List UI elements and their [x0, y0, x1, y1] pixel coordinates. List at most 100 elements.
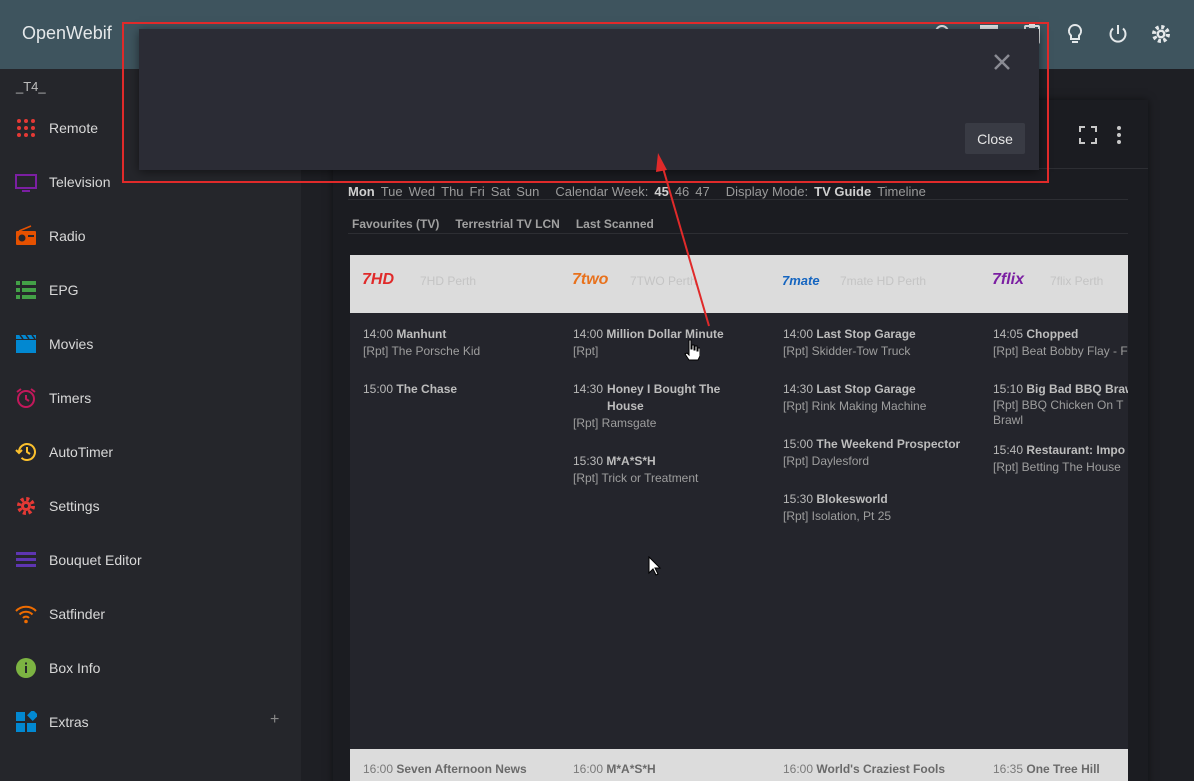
day-tue[interactable]: Tue [381, 184, 403, 199]
program-item[interactable]: 16:00 M*A*S*H [573, 762, 656, 776]
mode-tv-guide[interactable]: TV Guide [814, 184, 871, 199]
channel-7mate[interactable]: 7mate 7mate HD Perth [770, 255, 980, 313]
sidebar-item-satfinder[interactable]: Satfinder [0, 588, 301, 642]
sidebar-item-autotimer[interactable]: AutoTimer [0, 426, 301, 480]
sidebar-item-label: Satfinder [49, 606, 106, 622]
sidebar-item-label: AutoTimer [49, 444, 114, 460]
box-name: _T4_ [16, 79, 46, 94]
day-mon[interactable]: Mon [348, 184, 375, 199]
program-title: Honey I Bought The House [607, 382, 721, 413]
fullscreen-icon[interactable] [1078, 125, 1098, 145]
program-time: 16:35 [993, 762, 1024, 776]
program-item[interactable]: 14:00 Manhunt [Rpt] The Porsche Kid [363, 326, 563, 360]
sidebar-item-timers[interactable]: Timers [0, 372, 301, 426]
mode-timeline[interactable]: Timeline [877, 184, 926, 199]
sidebar-item-bouquet-editor[interactable]: Bouquet Editor [0, 534, 301, 588]
program-title: Big Bad BBQ Braw [1026, 382, 1128, 396]
channel-7flix[interactable]: 7flix 7flix Perth [980, 255, 1128, 313]
highlight-box [122, 22, 1049, 183]
channel-7two[interactable]: 7two 7TWO Perth [560, 255, 770, 313]
day-sat[interactable]: Sat [491, 184, 511, 199]
program-time: 15:40 [993, 443, 1024, 457]
alarm-icon [15, 387, 37, 409]
sidebar-item-radio[interactable]: Radio [0, 210, 301, 264]
program-time: 14:00 [363, 327, 394, 341]
expand-icon[interactable]: + [270, 711, 279, 729]
channel-7hd[interactable]: 7HD 7HD Perth [350, 255, 560, 313]
tab-last-scanned[interactable]: Last Scanned [576, 217, 654, 231]
sidebar-item-extras[interactable]: Extras + [0, 696, 301, 750]
hand-cursor-icon [684, 339, 700, 361]
program-item[interactable]: 16:35 One Tree Hill [993, 762, 1100, 776]
program-column: 14:00 Last Stop Garage [Rpt] Skidder-Tow… [783, 326, 983, 546]
gear-icon[interactable] [1149, 22, 1173, 46]
channel-name: 7HD Perth [420, 274, 477, 288]
program-time: 15:10 [993, 382, 1024, 396]
program-time: 14:30 [573, 382, 604, 396]
program-item[interactable]: 15:40 Restaurant: Impo [Rpt] Betting The… [993, 442, 1128, 476]
day-wed[interactable]: Wed [409, 184, 436, 199]
sidebar-item-movies[interactable]: Movies [0, 318, 301, 372]
dashboard-icon [15, 711, 37, 733]
program-item[interactable]: 14:00 Million Dollar Minute [Rpt] [573, 326, 773, 360]
sidebar-item-box-info[interactable]: Box Info [0, 642, 301, 696]
day-sun[interactable]: Sun [516, 184, 539, 199]
channel-name: 7flix Perth [1050, 274, 1104, 288]
program-item[interactable]: 16:00 World's Craziest Fools [783, 762, 945, 776]
program-title: Manhunt [396, 327, 447, 341]
program-title: Blokesworld [816, 492, 888, 506]
program-title: M*A*S*H [606, 454, 656, 468]
channel-logo: 7two [572, 271, 609, 288]
program-subtitle: [Rpt] [573, 344, 599, 358]
program-subtitle: [Rpt] Skidder-Tow Truck [783, 344, 911, 358]
sidebar-item-label: Television [49, 174, 111, 190]
program-time: 16:00 [573, 762, 604, 776]
app-title[interactable]: OpenWebif [22, 23, 112, 44]
program-item[interactable]: 16:00 Seven Afternoon News [363, 762, 527, 776]
list-icon [15, 549, 37, 571]
program-subtitle: [Rpt] Betting The House [993, 460, 1121, 474]
sidebar-item-epg[interactable]: EPG [0, 264, 301, 318]
day-thu[interactable]: Thu [441, 184, 463, 199]
program-subtitle: [Rpt] The Porsche Kid [363, 344, 481, 358]
sidebar-item-label: Radio [49, 228, 86, 244]
sidebar-item-label: Bouquet Editor [49, 552, 142, 568]
program-time: 14:30 [783, 382, 814, 396]
program-item[interactable]: 15:00 The Chase [363, 381, 563, 398]
program-item[interactable]: 15:30 M*A*S*H [Rpt] Trick or Treatment [573, 453, 773, 487]
program-title: M*A*S*H [606, 762, 656, 776]
tab-terrestrial[interactable]: Terrestrial TV LCN [455, 217, 559, 231]
program-subtitle: [Rpt] BBQ Chicken On T Brawl [993, 398, 1124, 427]
divider [348, 233, 1128, 234]
program-item[interactable]: 15:10 Big Bad BBQ Braw [Rpt] BBQ Chicken… [993, 381, 1128, 428]
channel-logo: 7flix [992, 271, 1025, 288]
lightbulb-icon[interactable] [1063, 22, 1087, 46]
program-column: 14:05 Chopped [Rpt] Beat Bobby Flay - F … [993, 326, 1128, 497]
program-item[interactable]: 14:00 Last Stop Garage [Rpt] Skidder-Tow… [783, 326, 983, 360]
calendar-week-label: Calendar Week: [555, 184, 649, 199]
program-item[interactable]: 14:05 Chopped [Rpt] Beat Bobby Flay - F [993, 326, 1128, 360]
week-45[interactable]: 45 [654, 184, 668, 199]
program-column: 14:00 Million Dollar Minute [Rpt] 14:30 H… [573, 326, 773, 508]
next-programs-row: 16:00 Seven Afternoon News 16:00 M*A*S*H… [350, 749, 1128, 781]
program-title: The Chase [396, 382, 458, 396]
program-title: One Tree Hill [1026, 762, 1100, 776]
more-vert-icon[interactable] [1109, 125, 1129, 145]
sidebar-item-label: EPG [49, 282, 79, 298]
sidebar-item-label: Timers [49, 390, 92, 406]
program-subtitle: [Rpt] Rink Making Machine [783, 399, 927, 413]
program-item[interactable]: 15:30 Blokesworld [Rpt] Isolation, Pt 25 [783, 491, 983, 525]
power-icon[interactable] [1106, 22, 1130, 46]
program-item[interactable]: 14:30 Honey I Bought The House [Rpt] Rams… [573, 381, 773, 432]
program-item[interactable]: 14:30 Last Stop Garage [Rpt] Rink Making… [783, 381, 983, 415]
remote-icon [15, 117, 37, 139]
program-item[interactable]: 15:00 The Weekend Prospector [Rpt] Dayle… [783, 436, 983, 470]
sidebar-item-label: Movies [49, 336, 94, 352]
movies-icon [15, 333, 37, 355]
day-fri[interactable]: Fri [470, 184, 485, 199]
sidebar-item-settings[interactable]: Settings [0, 480, 301, 534]
week-47[interactable]: 47 [695, 184, 709, 199]
tab-favourites[interactable]: Favourites (TV) [352, 217, 439, 231]
channel-header-row: 7HD 7HD Perth 7two 7TWO Perth 7mate 7mat… [350, 255, 1128, 313]
week-46[interactable]: 46 [675, 184, 689, 199]
